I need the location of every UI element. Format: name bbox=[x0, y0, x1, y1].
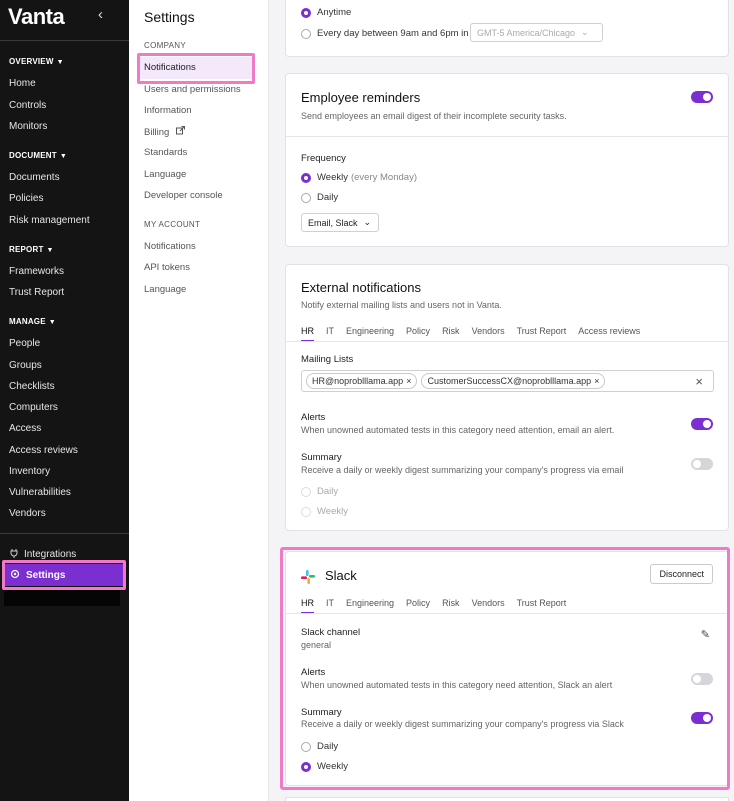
sidebar-item-monitors[interactable]: Monitors bbox=[9, 121, 47, 132]
divider bbox=[286, 341, 728, 342]
reminders-title: Employee reminders bbox=[301, 90, 421, 105]
chevron-down-icon: ⌄ bbox=[581, 27, 589, 37]
sidebar-item-inventory[interactable]: Inventory bbox=[9, 466, 50, 477]
settings-shadow bbox=[4, 590, 120, 606]
reminders-toggle[interactable] bbox=[691, 91, 713, 103]
chevron-down-icon: ⌄ bbox=[363, 217, 372, 227]
sidebar-item-policies[interactable]: Policies bbox=[9, 193, 43, 204]
sidebar-divider bbox=[0, 40, 129, 41]
summary-description: Receive a daily or weekly digest summari… bbox=[301, 465, 624, 475]
external-summary-toggle[interactable] bbox=[691, 458, 713, 470]
radio-button[interactable] bbox=[301, 7, 311, 18]
tab-policy[interactable]: Policy bbox=[406, 326, 430, 340]
company-section-label: COMPANY bbox=[144, 41, 186, 50]
chevron-down-icon: ▼ bbox=[56, 59, 64, 66]
divider bbox=[286, 136, 728, 137]
section-overview[interactable]: OVERVIEW ▼ bbox=[9, 57, 64, 66]
sidebar-item-access[interactable]: Access bbox=[9, 423, 41, 434]
subnav-account-notifications[interactable]: Notifications bbox=[144, 241, 196, 252]
radio-weekly[interactable]: Weekly (every Monday) bbox=[301, 172, 417, 183]
external-alerts-toggle[interactable] bbox=[691, 418, 713, 430]
sidebar-item-people[interactable]: People bbox=[9, 338, 40, 349]
radio-every-day[interactable]: Every day between 9am and 6pm in bbox=[301, 28, 469, 39]
alerts-description: When unowned automated tests in this cat… bbox=[301, 425, 615, 435]
section-report[interactable]: REPORT ▼ bbox=[9, 245, 54, 254]
sidebar-item-access-reviews[interactable]: Access reviews bbox=[9, 445, 78, 456]
sidebar: Vanta ‹ OVERVIEW ▼ Home Controls Monitors… bbox=[0, 0, 129, 801]
channel-select[interactable]: Email, Slack ⌄ bbox=[301, 213, 379, 232]
sidebar-item-trust-report[interactable]: Trust Report bbox=[9, 287, 64, 298]
subnav-developer-console[interactable]: Developer console bbox=[144, 190, 223, 201]
radio-button[interactable] bbox=[301, 172, 311, 183]
sidebar-item-computers[interactable]: Computers bbox=[9, 402, 58, 413]
external-notifications-card: External notifications Notify external m… bbox=[285, 264, 729, 531]
radio-button[interactable] bbox=[301, 506, 311, 517]
chevron-down-icon: ▼ bbox=[46, 247, 54, 254]
sidebar-item-vendors[interactable]: Vendors bbox=[9, 508, 46, 519]
timezone-select[interactable]: GMT-5 America/Chicago ⌄ bbox=[470, 23, 603, 42]
radio-button[interactable] bbox=[301, 192, 311, 203]
tab-engineering[interactable]: Engineering bbox=[346, 326, 394, 340]
subnav-api-tokens[interactable]: API tokens bbox=[144, 262, 190, 273]
tab-risk[interactable]: Risk bbox=[442, 326, 460, 340]
tab-trust-report[interactable]: Trust Report bbox=[517, 326, 567, 340]
chevron-down-icon: ▼ bbox=[48, 319, 56, 326]
highlight-notifications bbox=[137, 53, 255, 84]
radio-button[interactable] bbox=[301, 28, 311, 39]
settings-subnav: Settings COMPANY Notifications Users and… bbox=[129, 0, 269, 801]
radio-button[interactable] bbox=[301, 486, 311, 497]
alerts-label: Alerts bbox=[301, 412, 326, 423]
tab-hr[interactable]: HR bbox=[301, 326, 314, 342]
subnav-account-language[interactable]: Language bbox=[144, 284, 186, 295]
radio-anytime[interactable]: Anytime bbox=[301, 7, 351, 18]
next-card bbox=[285, 797, 729, 801]
subnav-users-permissions[interactable]: Users and permissions bbox=[144, 84, 241, 95]
subnav-language[interactable]: Language bbox=[144, 169, 186, 180]
highlight-slack-card bbox=[280, 547, 730, 790]
page-title: Settings bbox=[144, 9, 195, 25]
external-title: External notifications bbox=[301, 280, 421, 295]
sidebar-item-documents[interactable]: Documents bbox=[9, 172, 60, 183]
external-tabs: HR IT Engineering Policy Risk Vendors Tr… bbox=[301, 326, 640, 342]
clear-icon[interactable]: × bbox=[695, 374, 703, 389]
section-manage[interactable]: MANAGE ▼ bbox=[9, 317, 56, 326]
radio-weekly-disabled[interactable]: Weekly bbox=[301, 506, 348, 517]
frequency-label: Frequency bbox=[301, 153, 346, 164]
remove-chip-icon[interactable]: × bbox=[406, 376, 411, 386]
summary-label: Summary bbox=[301, 452, 342, 463]
sidebar-item-checklists[interactable]: Checklists bbox=[9, 381, 55, 392]
chevron-down-icon: ▼ bbox=[59, 153, 67, 160]
highlight-settings bbox=[2, 560, 126, 590]
mailing-lists-input[interactable]: HR@noproblllama.app × CustomerSuccessCX@… bbox=[301, 370, 714, 392]
remove-chip-icon[interactable]: × bbox=[594, 376, 599, 386]
external-subtitle: Notify external mailing lists and users … bbox=[301, 300, 502, 310]
subnav-standards[interactable]: Standards bbox=[144, 147, 187, 158]
employee-reminders-card: Employee reminders Send employees an ema… bbox=[285, 73, 729, 247]
sidebar-item-home[interactable]: Home bbox=[9, 78, 36, 89]
tab-access-reviews[interactable]: Access reviews bbox=[578, 326, 640, 340]
email-chip: CustomerSuccessCX@noproblllama.app × bbox=[421, 373, 606, 389]
collapse-sidebar-icon[interactable]: ‹ bbox=[98, 6, 103, 23]
radio-daily[interactable]: Daily bbox=[301, 192, 338, 203]
external-link-icon bbox=[176, 126, 185, 138]
radio-daily-disabled[interactable]: Daily bbox=[301, 486, 338, 497]
sidebar-item-controls[interactable]: Controls bbox=[9, 100, 46, 111]
sidebar-item-frameworks[interactable]: Frameworks bbox=[9, 266, 64, 277]
mailing-lists-label: Mailing Lists bbox=[301, 354, 354, 365]
sidebar-item-groups[interactable]: Groups bbox=[9, 360, 42, 371]
schedule-card: Anytime Every day between 9am and 6pm in… bbox=[285, 0, 729, 57]
section-document[interactable]: DOCUMENT ▼ bbox=[9, 151, 67, 160]
tab-vendors[interactable]: Vendors bbox=[472, 326, 505, 340]
account-section-label: MY ACCOUNT bbox=[144, 220, 201, 229]
subnav-information[interactable]: Information bbox=[144, 105, 192, 116]
vanta-logo[interactable]: Vanta bbox=[8, 4, 65, 30]
sidebar-divider bbox=[0, 533, 129, 534]
reminders-subtitle: Send employees an email digest of their … bbox=[301, 111, 567, 121]
sidebar-item-risk-management[interactable]: Risk management bbox=[9, 215, 90, 226]
sidebar-item-vulnerabilities[interactable]: Vulnerabilities bbox=[9, 487, 71, 498]
email-chip: HR@noproblllama.app × bbox=[306, 373, 418, 389]
tab-it[interactable]: IT bbox=[326, 326, 334, 340]
subnav-billing[interactable]: Billing bbox=[144, 126, 185, 138]
